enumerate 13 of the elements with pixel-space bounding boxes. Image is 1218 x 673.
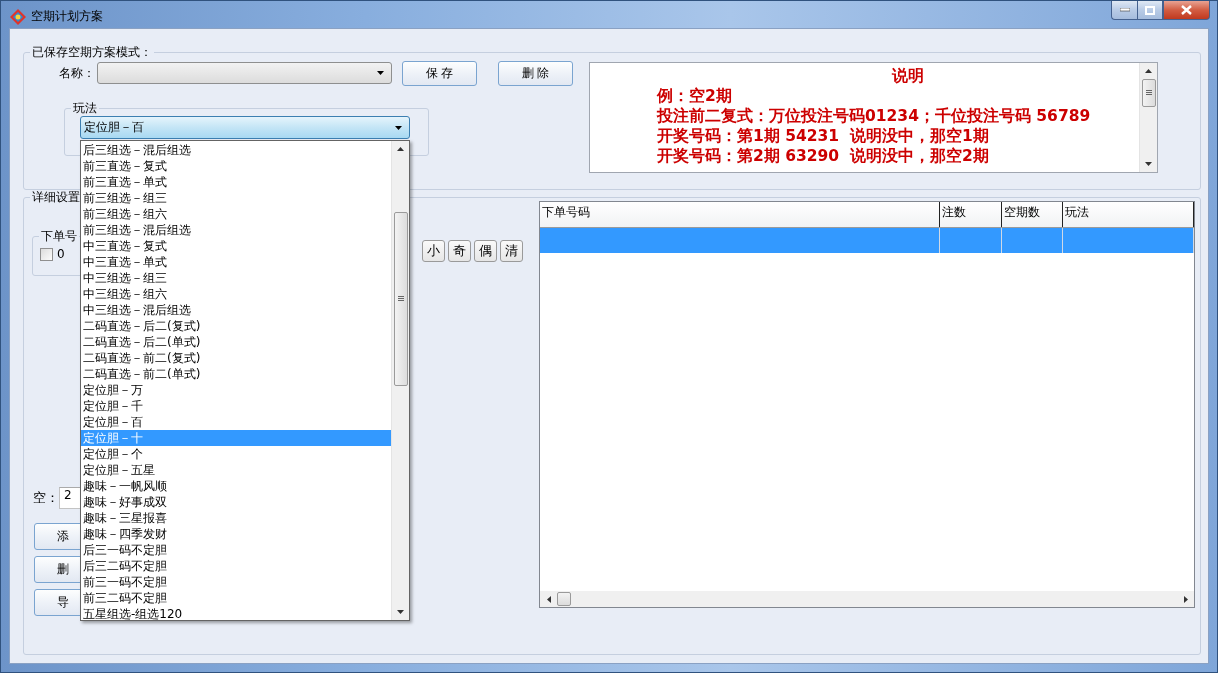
window-title: 空期计划方案 [31,8,103,24]
name-label: 名称： [59,65,96,82]
group-label: 已保存空期方案模式： [30,45,154,59]
description-line: 投注前二复式：万位投注号码01234；千位投注号码 56789 [657,107,1091,125]
description-line: 开奖号码：第2期 63290 说明没中，那空2期 [657,147,989,165]
checkbox-label: 0 [57,247,65,261]
group-label: 详细设置 [30,190,82,204]
description-title: 说明 [892,67,924,85]
group-label: 玩法 [71,101,99,115]
gap-label: 空： [33,489,59,507]
description-line: 例：空2期 [657,87,732,105]
group-label: 下单号 [39,229,79,243]
description-line: 开奖号码：第1期 54231 说明没中，那空1期 [657,127,989,145]
